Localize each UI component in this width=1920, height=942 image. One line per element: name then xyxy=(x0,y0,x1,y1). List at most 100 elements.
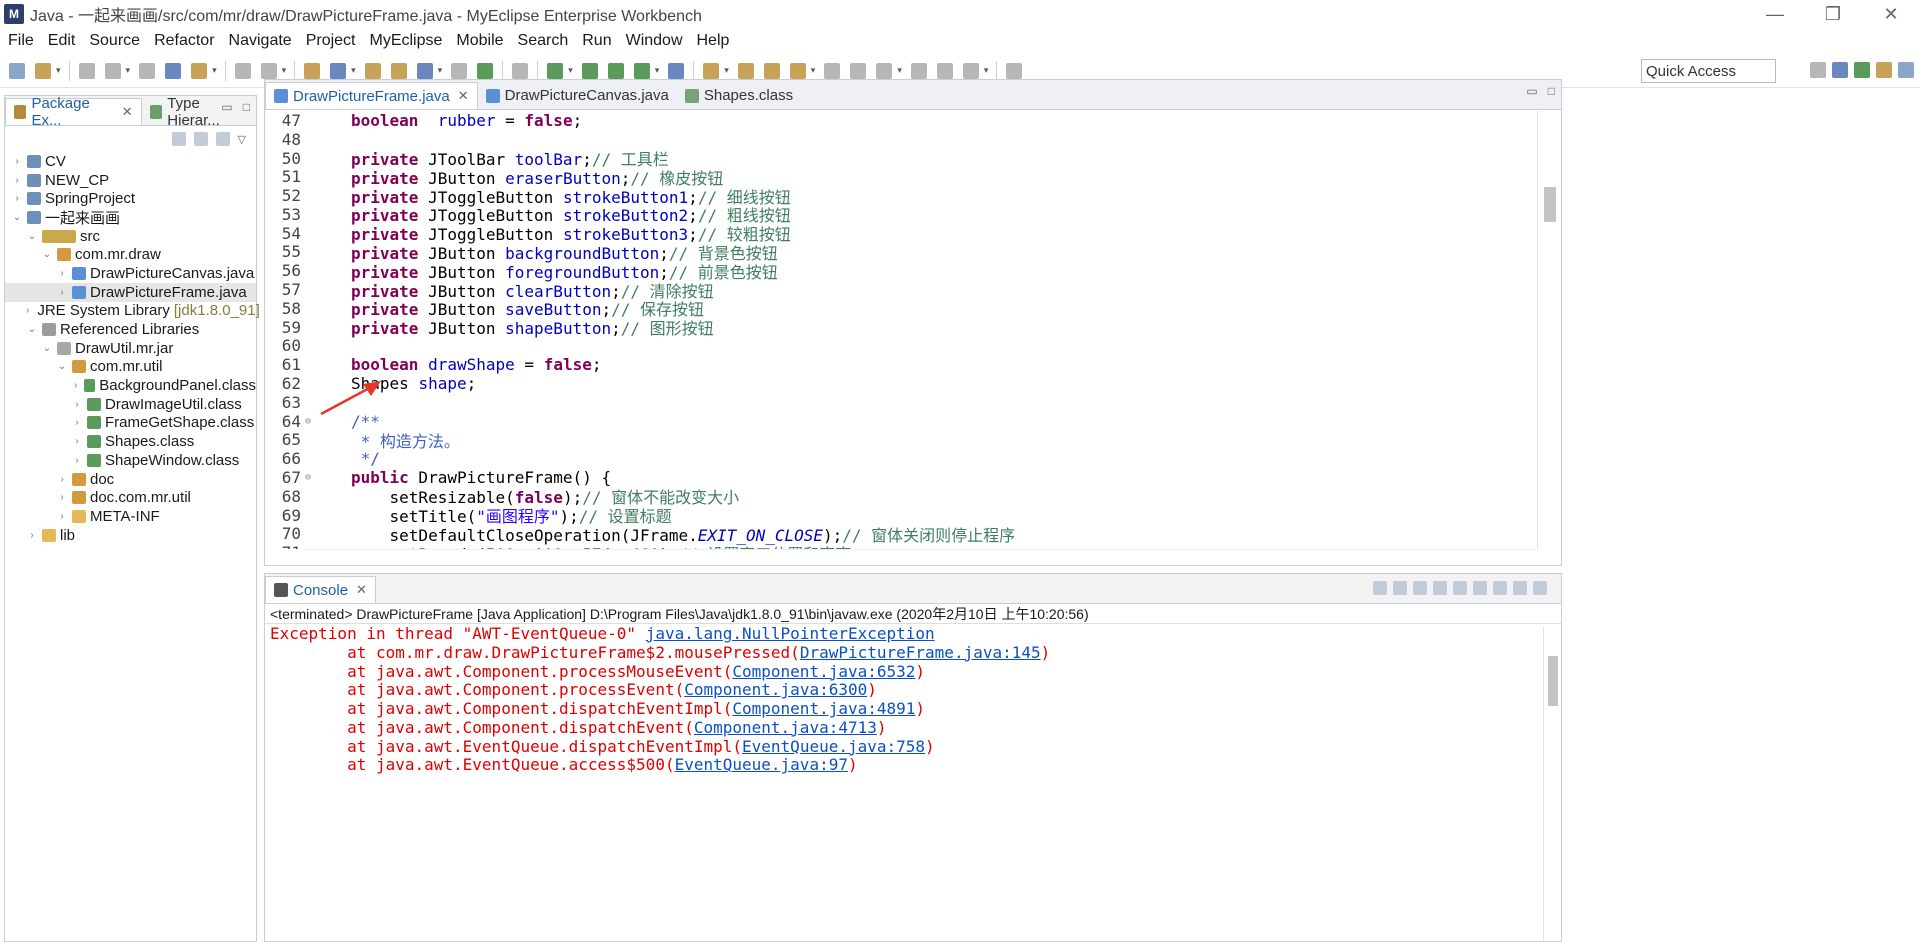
close-tab-icon[interactable]: ✕ xyxy=(458,88,469,104)
dropdown-arrow-icon[interactable]: ▾ xyxy=(351,65,356,76)
editor-vertical-scrollbar[interactable] xyxy=(1537,111,1561,549)
toolbar-action-icon[interactable] xyxy=(304,62,321,79)
dropdown-arrow-icon[interactable]: ▾ xyxy=(282,65,287,76)
expanded-chevron-icon[interactable]: ⌄ xyxy=(56,361,68,372)
tree-node[interactable]: › Shapes.class xyxy=(5,432,256,451)
pin-console-icon[interactable] xyxy=(1493,581,1507,595)
collapsed-chevron-icon[interactable]: › xyxy=(11,175,23,186)
toolbar-action-icon[interactable] xyxy=(390,62,407,79)
expanded-chevron-icon[interactable]: ⌄ xyxy=(41,249,53,260)
toolbar-action-icon[interactable] xyxy=(737,62,754,79)
dropdown-arrow-icon[interactable]: ▾ xyxy=(811,65,816,76)
menu-myeclipse[interactable]: MyEclipse xyxy=(361,32,448,50)
open-perspective-icon[interactable] xyxy=(1810,62,1826,78)
collapsed-chevron-icon[interactable]: › xyxy=(71,417,83,428)
dropdown-arrow-icon[interactable]: ▾ xyxy=(568,65,573,76)
console-link[interactable]: EventQueue.java:758 xyxy=(742,737,925,756)
close-console-icon[interactable]: ✕ xyxy=(356,582,367,598)
tree-node[interactable]: › NEW_CP xyxy=(5,171,256,190)
toolbar-action-icon[interactable] xyxy=(824,62,841,79)
editor-tab[interactable]: DrawPictureFrame.java ✕ xyxy=(265,82,478,109)
fold-toggle-icon[interactable]: ⊖ xyxy=(305,416,317,427)
collapsed-chevron-icon[interactable]: › xyxy=(71,455,83,466)
menu-window[interactable]: Window xyxy=(618,32,689,50)
dropdown-arrow-icon[interactable]: ▾ xyxy=(56,65,61,76)
toolbar-action-icon[interactable] xyxy=(763,62,780,79)
tree-node[interactable]: ⌄ 一起来画画 xyxy=(5,208,256,227)
toolbar-action-icon[interactable] xyxy=(547,62,564,79)
tree-node[interactable]: › DrawPictureFrame.java xyxy=(5,282,256,302)
collapsed-chevron-icon[interactable]: › xyxy=(71,380,80,391)
tab-console[interactable]: Console ✕ xyxy=(265,576,376,603)
toolbar-action-icon[interactable] xyxy=(789,62,806,79)
tree-node[interactable]: › DrawPictureCanvas.java xyxy=(5,264,256,283)
tree-node[interactable]: › FrameGetShape.class xyxy=(5,414,256,433)
toolbar-action-icon[interactable] xyxy=(607,62,624,79)
toolbar-action-icon[interactable] xyxy=(9,62,25,79)
minimize-button[interactable]: — xyxy=(1746,0,1804,28)
tab-package-explorer[interactable]: Package Ex... ✕ xyxy=(5,95,142,129)
quick-access-input[interactable] xyxy=(1641,59,1776,83)
tree-node[interactable]: › lib xyxy=(5,526,256,545)
tree-node[interactable]: › DrawImageUtil.class xyxy=(5,395,256,414)
expanded-chevron-icon[interactable]: ⌄ xyxy=(26,231,38,242)
toolbar-action-icon[interactable] xyxy=(35,62,51,79)
collapsed-chevron-icon[interactable]: › xyxy=(71,436,83,447)
menu-run[interactable]: Run xyxy=(574,32,617,50)
menu-mobile[interactable]: Mobile xyxy=(448,32,509,50)
console-link[interactable]: Component.java:6532 xyxy=(732,662,915,681)
toolbar-action-icon[interactable] xyxy=(78,62,95,79)
focus-icon[interactable] xyxy=(215,132,230,146)
toolbar-action-icon[interactable] xyxy=(962,62,979,79)
collapsed-chevron-icon[interactable]: › xyxy=(11,156,23,167)
toolbar-action-icon[interactable] xyxy=(876,62,893,79)
toolbar-action-icon[interactable] xyxy=(364,62,381,79)
menu-source[interactable]: Source xyxy=(81,32,146,50)
collapsed-chevron-icon[interactable]: › xyxy=(11,193,23,204)
java-perspective-icon[interactable] xyxy=(1832,62,1848,78)
toolbar-action-icon[interactable] xyxy=(260,62,277,79)
tree-node[interactable]: ⌄ Referenced Libraries xyxy=(5,320,256,339)
toolbar-action-icon[interactable] xyxy=(703,62,720,79)
toolbar-action-icon[interactable] xyxy=(477,62,494,79)
tree-node[interactable]: ⌄ com.mr.draw xyxy=(5,245,256,264)
toolbar-action-icon[interactable] xyxy=(668,62,685,79)
minimize-editor-icon[interactable]: ▭ xyxy=(1526,84,1537,98)
tree-node[interactable]: ⌄ com.mr.util xyxy=(5,358,256,377)
console-output[interactable]: Exception in thread "AWT-EventQueue-0" j… xyxy=(265,624,1561,775)
tree-node[interactable]: › doc xyxy=(5,470,256,489)
close-tab-icon[interactable]: ✕ xyxy=(122,104,133,120)
toolbar-action-icon[interactable] xyxy=(139,62,156,79)
collapsed-chevron-icon[interactable]: › xyxy=(26,305,29,316)
expanded-chevron-icon[interactable]: ⌄ xyxy=(41,343,53,354)
menu-refactor[interactable]: Refactor xyxy=(146,32,220,50)
restore-button[interactable]: ❐ xyxy=(1804,0,1862,28)
tree-node[interactable]: ⌄ src xyxy=(5,227,256,246)
remove-all-icon[interactable] xyxy=(1413,581,1427,595)
open-console-icon[interactable] xyxy=(1533,581,1547,595)
menu-search[interactable]: Search xyxy=(510,32,575,50)
toolbar-action-icon[interactable] xyxy=(104,62,121,79)
collapsed-chevron-icon[interactable]: › xyxy=(56,511,68,522)
menu-project[interactable]: Project xyxy=(298,32,362,50)
fold-toggle-icon[interactable]: ⊖ xyxy=(305,472,317,483)
toolbar-action-icon[interactable] xyxy=(451,62,468,79)
console-link[interactable]: java.lang.NullPointerException xyxy=(646,624,935,643)
toolbar-action-icon[interactable] xyxy=(191,62,208,79)
toolbar-action-icon[interactable] xyxy=(633,62,650,79)
console-link[interactable]: Component.java:4713 xyxy=(694,718,877,737)
dropdown-arrow-icon[interactable]: ▾ xyxy=(126,65,131,76)
tree-node[interactable]: ⌄ DrawUtil.mr.jar xyxy=(5,339,256,358)
word-wrap-icon[interactable] xyxy=(1473,581,1487,595)
tree-node[interactable]: › doc.com.mr.util xyxy=(5,488,256,507)
dropdown-arrow-icon[interactable]: ▾ xyxy=(984,65,989,76)
resource-perspective-icon[interactable] xyxy=(1876,62,1892,78)
toolbar-action-icon[interactable] xyxy=(165,62,182,79)
tree-node[interactable]: › ShapeWindow.class xyxy=(5,451,256,470)
menu-edit[interactable]: Edit xyxy=(40,32,82,50)
toolbar-action-icon[interactable] xyxy=(850,62,867,79)
menu-help[interactable]: Help xyxy=(689,32,736,50)
console-link[interactable]: Component.java:6300 xyxy=(684,680,867,699)
tree-node[interactable]: › BackgroundPanel.class xyxy=(5,376,256,395)
toolbar-action-icon[interactable] xyxy=(910,62,927,79)
